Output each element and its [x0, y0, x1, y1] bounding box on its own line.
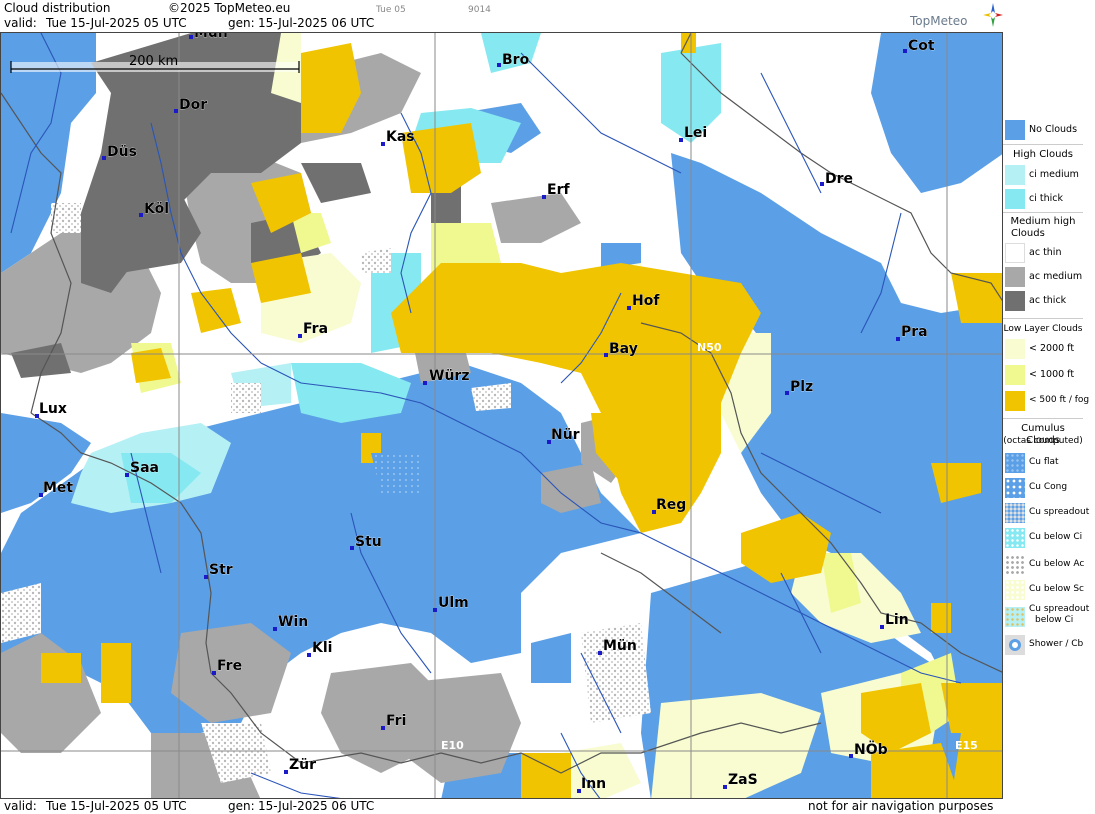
- copyright: ©2025 TopMeteo.eu: [168, 1, 291, 15]
- legend-cu-cong: Cu Cong: [1003, 478, 1083, 500]
- legend-medium-heading-1: Medium high: [1010, 216, 1076, 227]
- shower-icon: [1005, 635, 1025, 655]
- graticule-label-e15: E15: [955, 739, 978, 752]
- footer-valid-label: valid:: [4, 799, 37, 813]
- footer-disclaimer: not for air navigation purposes: [808, 799, 994, 813]
- map-header: Cloud distribution ©2025 TopMeteo.eu val…: [0, 0, 1005, 32]
- footer-gen-time: 15-Jul-2025 06 UTC: [258, 799, 375, 813]
- city-label-saarbruecken[interactable]: Saa: [130, 460, 159, 477]
- city-label-kassel[interactable]: Kas: [386, 129, 415, 146]
- city-label-regensburg[interactable]: Reg: [656, 497, 687, 514]
- city-label-innsbruck[interactable]: Inn: [581, 776, 607, 793]
- legend-shower-cb: Shower / Cb: [1003, 635, 1083, 657]
- legend-low-1000: < 1000 ft: [1003, 365, 1083, 387]
- graticule-label-n50: N50: [697, 341, 722, 354]
- city-label-duesseldorf[interactable]: Düs: [107, 144, 137, 161]
- city-label-muenster[interactable]: Mün: [194, 33, 228, 41]
- city-label-strasbourg[interactable]: Str: [209, 562, 233, 579]
- footer-valid-time: Tue 15-Jul-2025 05 UTC: [46, 799, 187, 813]
- city-label-stuttgart[interactable]: Stu: [355, 534, 382, 551]
- city-label-muenchen[interactable]: Mün: [603, 638, 637, 655]
- legend-no-clouds: No Clouds: [1003, 119, 1083, 141]
- city-label-nuernberg[interactable]: Nür: [551, 427, 580, 444]
- legend-ci-thick: ci thick: [1003, 189, 1083, 211]
- run-tab: Tue 05: [376, 5, 406, 15]
- city-label-plzen[interactable]: Plz: [790, 379, 814, 396]
- city-label-zellamsee[interactable]: ZaS: [728, 772, 758, 789]
- legend-cu-heading-2: (octas computed): [1003, 436, 1083, 446]
- map-footer: valid: Tue 15-Jul-2025 05 UTC gen: 15-Ju…: [0, 799, 1005, 814]
- city-label-wuerzburg[interactable]: Würz: [429, 368, 470, 385]
- legend-ac-medium: ac medium: [1003, 267, 1083, 289]
- city-label-bayreuth[interactable]: Bay: [609, 341, 638, 358]
- legend-ac-thick: ac thick: [1003, 291, 1083, 313]
- legend-low-500: < 500 ft / fog: [1003, 391, 1089, 413]
- legend-cu-below-sc: Cu below Sc: [1003, 580, 1084, 602]
- city-label-dresden[interactable]: Dre: [825, 171, 854, 188]
- map-canvas: N50 E10 E15 200 km Mün Bro Cot Dor Kas L…: [1, 33, 1002, 798]
- city-label-klippeneck[interactable]: Kli: [312, 640, 333, 657]
- legend-medium-heading-2: Clouds: [1011, 228, 1045, 239]
- legend-cu-below-ac: Cu below Ac: [1003, 555, 1084, 577]
- city-label-linz[interactable]: Lin: [885, 612, 909, 629]
- valid-label: valid:: [4, 16, 37, 30]
- footer-gen-label: gen:: [228, 799, 255, 813]
- city-label-frankfurt[interactable]: Fra: [303, 321, 329, 338]
- cloud-legend: No Clouds High Clouds ci medium ci thick…: [1003, 115, 1089, 660]
- legend-low-2000: < 2000 ft: [1003, 339, 1083, 361]
- legend-cu-spreadout: Cu spreadout: [1003, 503, 1089, 525]
- run-code: 9014: [468, 5, 491, 15]
- legend-high-heading: High Clouds: [1013, 149, 1073, 160]
- city-label-dortmund[interactable]: Dor: [179, 97, 208, 114]
- city-label-hof[interactable]: Hof: [632, 293, 661, 310]
- legend-low-heading: Low Layer Clouds: [1003, 324, 1083, 334]
- city-label-brocken[interactable]: Bro: [502, 52, 530, 69]
- city-label-zuerich[interactable]: Zür: [289, 757, 317, 774]
- gen-label: gen:: [228, 16, 255, 30]
- city-label-cottbus[interactable]: Cot: [908, 38, 935, 55]
- city-label-leipzig[interactable]: Lei: [684, 125, 708, 142]
- city-label-winterbach[interactable]: Win: [278, 614, 309, 631]
- city-label-luxembourg[interactable]: Lux: [39, 401, 67, 418]
- city-label-freiburg[interactable]: Fre: [217, 658, 243, 675]
- legend-cu-spreadout-below-ci: Cu spreadout below Ci: [1003, 604, 1089, 631]
- product-title: Cloud distribution: [4, 1, 111, 15]
- city-label-erfurt[interactable]: Erf: [547, 182, 571, 199]
- city-label-friedrichshafen[interactable]: Fri: [386, 713, 407, 730]
- gen-time: 15-Jul-2025 06 UTC: [258, 16, 375, 30]
- cloud-map[interactable]: N50 E10 E15 200 km Mün Bro Cot Dor Kas L…: [0, 32, 1003, 799]
- city-label-koeln[interactable]: Köl: [144, 201, 170, 218]
- legend-ci-medium: ci medium: [1003, 165, 1083, 187]
- valid-time: Tue 15-Jul-2025 05 UTC: [46, 16, 187, 30]
- legend-ac-thin: ac thin: [1003, 243, 1083, 265]
- legend-cu-below-ci: Cu below Ci: [1003, 528, 1083, 550]
- legend-cu-flat: Cu flat: [1003, 453, 1083, 475]
- city-label-praha[interactable]: Pra: [901, 324, 928, 341]
- city-label-metz[interactable]: Met: [43, 480, 74, 497]
- compass-logo-icon: [983, 3, 1003, 27]
- city-label-noeb[interactable]: NÖb: [854, 740, 888, 759]
- brand-logo-text: TopMeteo: [910, 14, 968, 28]
- graticule-label-e10: E10: [441, 739, 464, 752]
- scale-label: 200 km: [129, 54, 178, 69]
- city-label-ulm[interactable]: Ulm: [438, 595, 469, 612]
